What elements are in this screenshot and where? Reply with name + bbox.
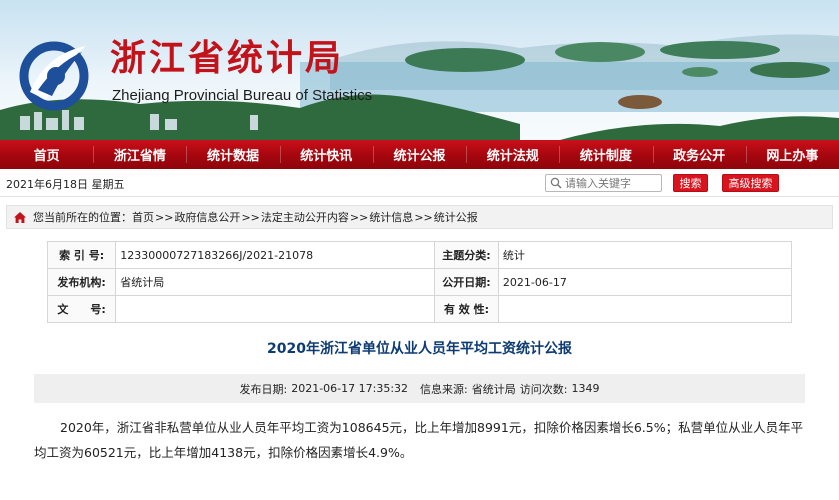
breadcrumb-separator: >> [155, 210, 174, 224]
article-title: 2020年浙江省单位从业人员年平均工资统计公报 [267, 341, 572, 357]
breadcrumb: 您当前所在的位置： 首页 >> 政府信息公开 >> 法定主动公开内容 >> 统计… [6, 205, 833, 229]
validity-value [497, 295, 793, 323]
site-title: 浙江省统计局 [110, 37, 345, 79]
topic-category-label: 主题分类: [434, 241, 499, 269]
nav-item-statistical-system[interactable]: 统计制度 [559, 140, 652, 169]
publish-info-bar: 发布日期: 2021-06-17 17:35:32 信息来源: 省统计局 访问次… [34, 374, 805, 403]
source-label: 信息来源: [420, 382, 468, 396]
breadcrumb-item-statistical-info[interactable]: 统计信息 [369, 209, 413, 225]
zhejiang-statistics-logo [19, 41, 89, 111]
topic-category-value: 统计 [497, 241, 793, 269]
search-input[interactable] [565, 176, 661, 190]
breadcrumb-item-gov-info[interactable]: 政府信息公开 [174, 209, 240, 225]
site-banner: 浙江省统计局 Zhejiang Provincial Bureau of Sta… [0, 0, 839, 140]
info-bar: 2021年6月18日 星期五 搜索 高级搜索 [0, 169, 839, 197]
search-icon [550, 177, 562, 189]
visits-count: 1349 [571, 382, 600, 395]
breadcrumb-item-statutory-content[interactable]: 法定主动公开内容 [261, 209, 349, 225]
index-number-value: 12330000727183266J/2021-21078 [115, 241, 436, 269]
document-number-label: 文 号: [46, 295, 117, 323]
index-number-label: 索 引 号: [46, 241, 117, 269]
nav-item-statistical-bulletin[interactable]: 统计公报 [372, 140, 466, 169]
table-row: 发布机构: 省统计局 公开日期: 2021-06-17 [46, 268, 793, 296]
nav-item-province-overview[interactable]: 浙江省情 [93, 140, 186, 169]
visits-label: 访问次数: [519, 382, 568, 396]
breadcrumb-separator: >> [241, 210, 260, 224]
publish-date-label: 发布日期: [239, 382, 288, 396]
article-paragraph: 2020年，浙江省非私营单位从业人员年平均工资为108645元，比上年增加899… [34, 420, 804, 460]
search-button[interactable]: 搜索 [673, 174, 708, 192]
breadcrumb-separator: >> [349, 210, 369, 224]
search-box[interactable] [545, 174, 662, 192]
breadcrumb-item-statistical-bulletin[interactable]: 统计公报 [434, 209, 478, 225]
table-row: 文 号: 有 效 性: [46, 295, 793, 323]
document-number-value [115, 295, 436, 323]
publish-datetime: 2021-06-17 17:35:32 [291, 382, 409, 395]
breadcrumb-item-home[interactable]: 首页 [132, 209, 154, 225]
site-subtitle: Zhejiang Provincial Bureau of Statistics [112, 87, 373, 104]
advanced-search-button[interactable]: 高级搜索 [722, 174, 779, 192]
publish-date-label: 公开日期: [434, 268, 499, 296]
home-icon [14, 211, 26, 223]
source-value: 省统计局 [471, 382, 516, 396]
publisher-value: 省统计局 [115, 268, 436, 296]
table-row: 索 引 号: 12330000727183266J/2021-21078 主题分… [46, 241, 793, 269]
main-nav: 首页 浙江省情 统计数据 统计快讯 统计公报 统计法规 统计制度 政务公开 网上… [0, 140, 839, 169]
nav-item-home[interactable]: 首页 [0, 140, 93, 169]
breadcrumb-separator: >> [414, 210, 433, 224]
publish-date-value: 2021-06-17 [497, 268, 793, 296]
breadcrumb-prefix: 您当前所在的位置： [33, 211, 132, 224]
nav-item-statistical-law[interactable]: 统计法规 [466, 140, 559, 169]
nav-item-statistical-news[interactable]: 统计快讯 [279, 140, 373, 169]
current-date: 2021年6月18日 星期五 [6, 178, 125, 191]
document-meta-table: 索 引 号: 12330000727183266J/2021-21078 主题分… [46, 241, 793, 323]
nav-item-online-services[interactable]: 网上办事 [745, 140, 839, 169]
publisher-label: 发布机构: [46, 268, 117, 296]
nav-item-statistical-data[interactable]: 统计数据 [186, 140, 279, 169]
validity-label: 有 效 性: [434, 295, 499, 323]
nav-item-government-affairs[interactable]: 政务公开 [652, 140, 746, 169]
